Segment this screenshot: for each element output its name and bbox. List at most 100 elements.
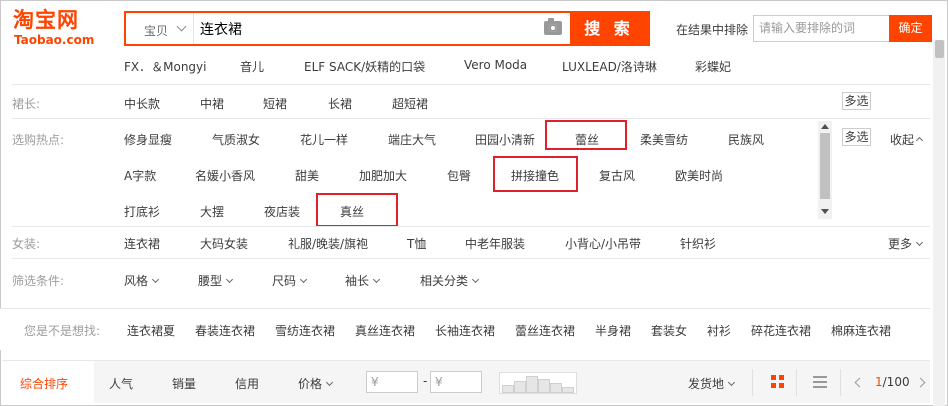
hot-pick-option[interactable]: 甜美 xyxy=(295,167,319,184)
filter-dropdown-size[interactable]: 尺码 xyxy=(272,272,308,289)
hot-pick-option[interactable]: 夜店装 xyxy=(264,203,300,220)
skirt-length-option[interactable]: 中长款 xyxy=(124,95,160,112)
taobao-logo[interactable]: 淘宝网 Taobao.com xyxy=(13,8,103,48)
filter-dropdown-sleeve[interactable]: 袖长 xyxy=(345,272,381,289)
suggestion-link[interactable]: 半身裙 xyxy=(595,322,631,339)
skirt-length-option[interactable]: 中裙 xyxy=(200,95,224,112)
hot-pick-option[interactable]: 包臀 xyxy=(447,167,471,184)
sort-default[interactable]: 综合排序 xyxy=(20,375,68,392)
filter-label: 腰型 xyxy=(198,274,223,288)
brand-item[interactable]: FX．＆Mongyi xyxy=(124,58,206,75)
scroll-down-icon[interactable] xyxy=(821,209,829,214)
chevron-down-icon xyxy=(915,238,924,247)
hot-pick-option[interactable]: 欧美时尚 xyxy=(675,167,723,184)
search-button[interactable]: 搜 索 xyxy=(570,13,648,44)
page-scrollbar[interactable] xyxy=(933,40,945,406)
brand-item[interactable]: 音儿 xyxy=(240,58,264,75)
skirt-length-option[interactable]: 超短裙 xyxy=(392,95,428,112)
hot-pick-option[interactable]: 复古风 xyxy=(599,167,635,184)
suggestion-link[interactable]: 雪纺连衣裙 xyxy=(275,322,335,339)
ship-from-label: 发货地 xyxy=(688,377,725,391)
ship-from-dropdown[interactable]: 发货地 xyxy=(688,375,736,392)
price-distribution-chart[interactable] xyxy=(499,372,577,394)
price-histogram-bar xyxy=(562,387,574,393)
filter-label: 风格 xyxy=(124,274,149,288)
collapse-link[interactable]: 收起 xyxy=(890,131,924,148)
next-page-icon[interactable] xyxy=(915,377,926,388)
skirt-length-option[interactable]: 短裙 xyxy=(263,95,287,112)
suggestions-row: 您是不是想找: 连衣裙夏 春装连衣裙 雪纺连衣裙 真丝连衣裙 长袖连衣裙 蕾丝连… xyxy=(0,308,930,350)
brand-item[interactable]: LUXLEAD/洛诗琳 xyxy=(562,58,657,75)
womenswear-option[interactable]: 礼服/晚装/旗袍 xyxy=(288,235,368,252)
brand-item[interactable]: Vero Moda xyxy=(464,58,527,72)
suggestion-link[interactable]: 衬衫 xyxy=(707,322,731,339)
sort-credit[interactable]: 信用 xyxy=(235,375,259,392)
prev-page-icon[interactable] xyxy=(854,377,865,388)
header: 淘宝网 Taobao.com 宝贝 搜 索 在结果中排除 请输入要排除的词 确定 xyxy=(0,0,948,56)
hot-pick-option[interactable]: 花儿一样 xyxy=(300,131,348,148)
collapse-label: 收起 xyxy=(890,133,915,147)
suggestion-link[interactable]: 棉麻连衣裙 xyxy=(831,322,891,339)
divider xyxy=(796,369,797,396)
hot-pick-option[interactable]: A字款 xyxy=(124,167,156,184)
hot-pick-option[interactable]: 端庄大气 xyxy=(388,131,436,148)
womenswear-option[interactable]: 中老年服装 xyxy=(465,235,525,252)
womenswear-option[interactable]: 大码女装 xyxy=(200,235,248,252)
sort-sales[interactable]: 销量 xyxy=(172,375,196,392)
hot-picks-scrollbar[interactable] xyxy=(818,121,832,219)
more-link[interactable]: 更多 xyxy=(888,235,924,252)
hot-pick-option[interactable]: 气质淑女 xyxy=(212,131,260,148)
brand-item[interactable]: 彩蝶妃 xyxy=(695,58,731,75)
hot-pick-option[interactable]: 民族风 xyxy=(728,131,764,148)
hot-pick-option[interactable]: 田园小清新 xyxy=(475,131,535,148)
sort-bar: 综合排序 人气 销量 信用 价格 ¥ - ¥ 发货地 1/100 xyxy=(2,360,930,404)
suggestion-link[interactable]: 蕾丝连衣裙 xyxy=(515,322,575,339)
suggestion-link[interactable]: 碎花连衣裙 xyxy=(751,322,811,339)
highlight-box-silk xyxy=(316,193,398,227)
multi-select-button[interactable]: 多选 xyxy=(842,128,871,146)
hot-pick-option[interactable]: 打底衫 xyxy=(124,203,160,220)
hot-pick-option[interactable]: 加肥加大 xyxy=(359,167,407,184)
search-input[interactable] xyxy=(200,19,530,39)
suggestion-link[interactable]: 长袖连衣裙 xyxy=(435,322,495,339)
scroll-up-icon[interactable] xyxy=(821,124,829,129)
suggestions-label: 您是不是想找: xyxy=(24,324,101,338)
search-type-dropdown[interactable]: 宝贝 xyxy=(126,13,194,44)
hot-picks-scrollbar-thumb[interactable] xyxy=(820,133,830,199)
price-min-input[interactable]: ¥ xyxy=(366,371,418,393)
list-view-icon[interactable] xyxy=(813,376,827,388)
chevron-down-icon xyxy=(151,275,160,284)
filter-dropdown-style[interactable]: 风格 xyxy=(124,272,160,289)
sort-price[interactable]: 价格 xyxy=(298,375,334,392)
womenswear-option[interactable]: 针织衫 xyxy=(680,235,716,252)
multi-select-button[interactable]: 多选 xyxy=(842,92,871,110)
sort-price-label: 价格 xyxy=(298,377,323,391)
sort-popularity[interactable]: 人气 xyxy=(109,375,133,392)
price-histogram-bar xyxy=(550,383,562,393)
pager-indicator: 1/100 xyxy=(875,375,910,389)
suggestion-link[interactable]: 连衣裙夏 xyxy=(127,322,175,339)
skirt-length-option[interactable]: 长裙 xyxy=(328,95,352,112)
hot-pick-option[interactable]: 修身显瘦 xyxy=(124,131,172,148)
exclude-confirm-button[interactable]: 确定 xyxy=(889,15,932,42)
womenswear-option[interactable]: 连衣裙 xyxy=(124,235,160,252)
womenswear-option[interactable]: T恤 xyxy=(407,235,426,252)
womenswear-option[interactable]: 小背心/小吊带 xyxy=(565,235,641,252)
exclude-input[interactable]: 请输入要排除的词 xyxy=(753,15,889,42)
brand-item[interactable]: ELF SACK/妖精的口袋 xyxy=(304,58,425,75)
suggestion-link[interactable]: 真丝连衣裙 xyxy=(355,322,415,339)
price-max-input[interactable]: ¥ xyxy=(430,371,482,393)
suggestion-link[interactable]: 套装女 xyxy=(651,322,687,339)
suggestion-link[interactable]: 春装连衣裙 xyxy=(195,322,255,339)
hot-pick-option[interactable]: 名媛小香风 xyxy=(195,167,255,184)
camera-icon[interactable] xyxy=(544,18,562,35)
logo-text-cn: 淘宝网 xyxy=(13,8,79,32)
search-type-label: 宝贝 xyxy=(144,24,169,38)
hot-pick-option[interactable]: 柔美雪纺 xyxy=(640,131,688,148)
filter-dropdown-waist[interactable]: 腰型 xyxy=(198,272,234,289)
filter-dropdown-category[interactable]: 相关分类 xyxy=(420,272,480,289)
chevron-down-icon xyxy=(727,378,736,387)
grid-view-icon[interactable] xyxy=(771,375,785,389)
hot-pick-option[interactable]: 大摆 xyxy=(200,203,224,220)
price-histogram-bar xyxy=(514,381,526,393)
